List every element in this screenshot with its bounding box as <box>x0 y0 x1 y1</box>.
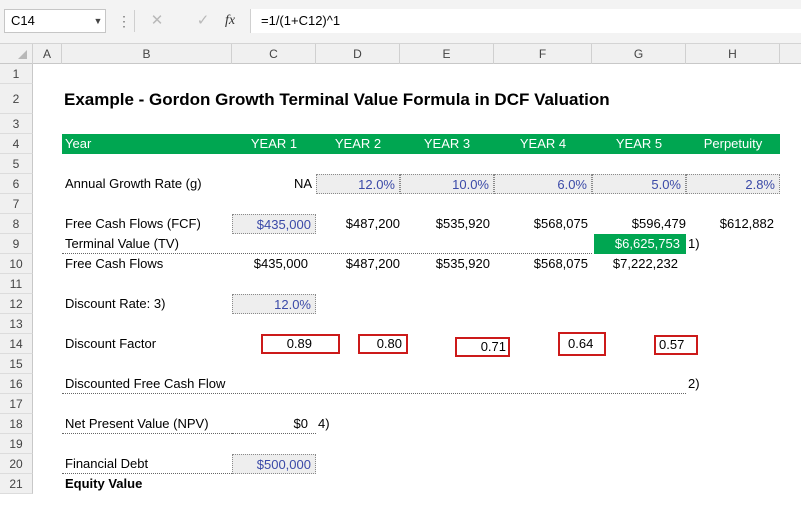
discount-factor-cell[interactable]: 0.57 <box>654 335 698 355</box>
year-header: YEAR 1 <box>250 136 298 151</box>
column-header-row: A B C D E F G H <box>0 44 801 64</box>
row-header[interactable]: 19 <box>0 434 33 454</box>
row-header[interactable]: 14 <box>0 334 33 354</box>
discount-factor-cell[interactable]: 0.64 <box>558 332 606 356</box>
growth-rate-input[interactable]: 2.8% <box>686 174 780 194</box>
year-header: YEAR 3 <box>423 136 471 151</box>
financial-debt-label: Financial Debt <box>62 454 232 474</box>
insert-function-icon[interactable]: fx <box>220 10 240 32</box>
discount-rate-label: Discount Rate: 3) <box>65 296 166 311</box>
growth-rate-input[interactable]: 6.0% <box>494 174 592 194</box>
column-header[interactable]: F <box>494 44 592 64</box>
fcf-cell[interactable]: $535,920 <box>400 214 490 234</box>
discount-rate-input[interactable]: 12.0% <box>232 294 316 314</box>
row-header[interactable]: 8 <box>0 214 33 234</box>
column-header[interactable]: A <box>33 44 62 64</box>
note-4: 4) <box>318 416 330 431</box>
fcf-label: Free Cash Flows (FCF) <box>65 216 201 231</box>
growth-rate-label: Annual Growth Rate (g) <box>65 176 202 191</box>
row-header[interactable]: 7 <box>0 194 33 214</box>
year-header: YEAR 5 <box>615 136 663 151</box>
perpetuity-header: Perpetuity <box>703 136 763 151</box>
row-header[interactable]: 6 <box>0 174 33 194</box>
column-header[interactable]: H <box>686 44 780 64</box>
column-header[interactable]: E <box>400 44 494 64</box>
note-1: 1) <box>688 236 700 251</box>
row-header[interactable]: 11 <box>0 274 33 294</box>
growth-rate-input[interactable]: 5.0% <box>592 174 686 194</box>
enter-icon[interactable]: ✓ <box>195 10 211 32</box>
year-header: YEAR 4 <box>519 136 567 151</box>
note-2: 2) <box>688 376 700 391</box>
discount-factor-cell[interactable]: 0.71 <box>455 337 510 357</box>
select-all-triangle-icon <box>18 50 27 59</box>
row-header[interactable]: 15 <box>0 354 33 374</box>
fcf-input[interactable]: $435,000 <box>232 214 316 234</box>
row-header[interactable]: 16 <box>0 374 33 394</box>
npv-label: Net Present Value (NPV) <box>62 414 232 434</box>
row-header[interactable]: 1 <box>0 64 33 84</box>
growth-rate-input[interactable]: 12.0% <box>316 174 400 194</box>
fcf-total-cell[interactable]: $487,200 <box>316 254 400 274</box>
row-header[interactable]: 17 <box>0 394 33 414</box>
row-header[interactable]: 18 <box>0 414 33 434</box>
select-all-corner[interactable] <box>0 44 33 64</box>
equity-value-label: Equity Value <box>65 476 143 491</box>
growth-rate-input[interactable]: 10.0% <box>400 174 494 194</box>
discount-factor-cell[interactable]: 0.80 <box>358 334 408 354</box>
fcf-cell[interactable]: $612,882 <box>686 214 774 234</box>
npv-cell[interactable]: $0 <box>232 414 316 434</box>
formula-bar-divider <box>134 10 135 32</box>
terminal-value-cell[interactable]: $6,625,753 <box>594 234 686 254</box>
column-header[interactable]: D <box>316 44 400 64</box>
row-header[interactable]: 3 <box>0 114 33 134</box>
column-header[interactable]: B <box>62 44 232 64</box>
row-header[interactable]: 13 <box>0 314 33 334</box>
discount-factor-label: Discount Factor <box>65 336 157 351</box>
fcf-total-cell[interactable]: $568,075 <box>494 254 588 274</box>
cancel-icon[interactable]: ✕ <box>149 10 165 32</box>
row-header[interactable]: 5 <box>0 154 33 174</box>
discount-factor-cell[interactable]: 0.89 <box>261 334 340 354</box>
row-header[interactable]: 2 <box>0 84 33 114</box>
financial-debt-input[interactable]: $500,000 <box>232 454 316 474</box>
discounted-fcf-label: Discounted Free Cash Flow <box>62 374 686 394</box>
fcf-cell[interactable]: $568,075 <box>494 214 588 234</box>
fcf-total-cell[interactable]: $435,000 <box>232 254 308 274</box>
row-header[interactable]: 10 <box>0 254 33 274</box>
column-header[interactable]: C <box>232 44 316 64</box>
fcf-cell[interactable]: $596,479 <box>592 214 686 234</box>
row-header[interactable]: 12 <box>0 294 33 314</box>
growth-rate-cell[interactable]: NA <box>232 174 312 194</box>
fcf-cell[interactable]: $487,200 <box>316 214 400 234</box>
year-header: YEAR 2 <box>334 136 382 151</box>
fcf-total-cell[interactable]: $7,222,232 <box>592 254 678 274</box>
more-options-icon[interactable]: ⋮ <box>117 10 131 32</box>
name-box[interactable]: C14 <box>4 9 106 33</box>
column-header[interactable]: G <box>592 44 686 64</box>
sheet-title: Example - Gordon Growth Terminal Value F… <box>64 90 610 109</box>
formula-input[interactable]: =1/(1+C12)^1 <box>250 9 801 33</box>
row-header[interactable]: 9 <box>0 234 33 254</box>
row-header[interactable]: 20 <box>0 454 33 474</box>
row-header[interactable]: 4 <box>0 134 33 154</box>
chevron-down-icon[interactable]: ▼ <box>92 9 104 33</box>
year-label: Year <box>65 136 92 151</box>
fcf-total-label: Free Cash Flows <box>65 256 164 271</box>
fcf-total-cell[interactable]: $535,920 <box>400 254 490 274</box>
row-header[interactable]: 21 <box>0 474 33 494</box>
terminal-value-label: Terminal Value (TV) <box>62 234 592 254</box>
